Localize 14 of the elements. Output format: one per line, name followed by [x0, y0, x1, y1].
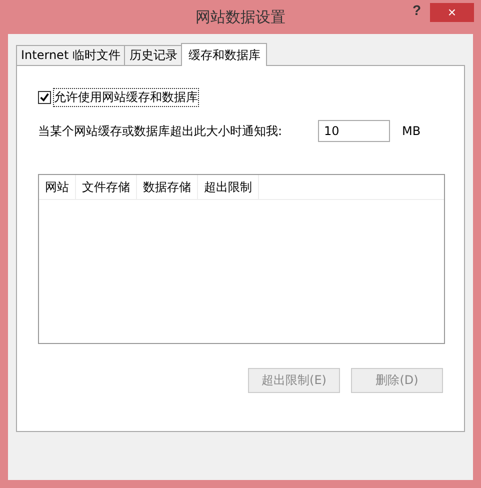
column-header[interactable]: 数据存储: [137, 175, 198, 199]
tab[interactable]: Internet 临时文件: [16, 45, 126, 65]
unit-label: MB: [402, 124, 421, 138]
checkbox-label[interactable]: 允许使用网站缓存和数据库: [54, 89, 198, 106]
size-input-field[interactable]: 10: [318, 120, 390, 142]
help-button[interactable]: ?: [408, 2, 425, 18]
column-header[interactable]: 超出限制: [198, 175, 259, 199]
notify-label: 当某个网站缓存或数据库超出此大小时通知我:: [38, 122, 284, 140]
tab[interactable]: 缓存和数据库: [181, 43, 268, 66]
column-header[interactable]: 文件存储: [76, 175, 137, 199]
close-button[interactable]: ×: [430, 3, 474, 22]
column-header[interactable]: 网站: [39, 175, 76, 199]
window-title: 网站数据设置: [196, 8, 286, 26]
checkbox[interactable]: [38, 91, 51, 104]
